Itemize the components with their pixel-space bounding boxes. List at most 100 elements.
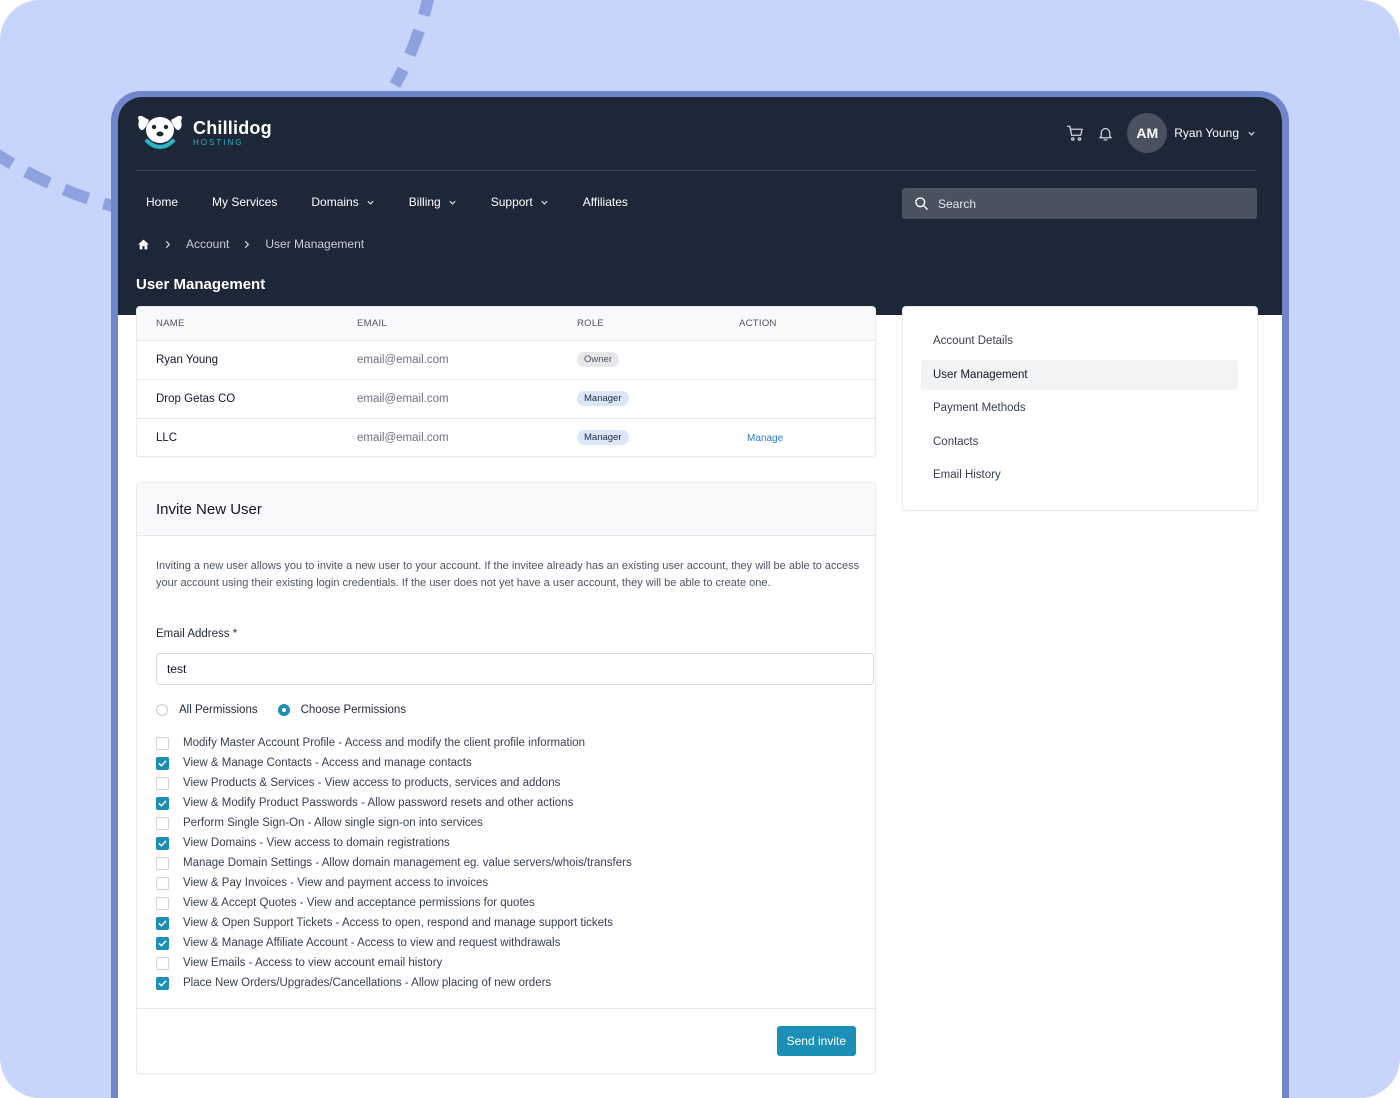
users-table: NAME EMAIL ROLE ACTION Ryan Young email@…: [136, 306, 876, 457]
permission-checkbox[interactable]: [156, 836, 169, 850]
cart-icon[interactable]: [1065, 123, 1085, 143]
permission-item[interactable]: Manage Domain Settings - Allow domain ma…: [156, 853, 632, 873]
invite-footer: Send invite: [137, 1008, 875, 1073]
permission-label[interactable]: View & Manage Contacts - Access and mana…: [183, 757, 472, 769]
permission-item[interactable]: View & Pay Invoices - View and payment a…: [156, 873, 632, 893]
all-permissions-radio[interactable]: [156, 704, 168, 716]
permission-checkbox[interactable]: [156, 816, 169, 830]
app-window: Chillidog HOSTING AM Ryan Young Home My …: [118, 97, 1282, 1098]
send-invite-button[interactable]: Send invite: [776, 1026, 856, 1056]
user-name-cell: Drop Getas CO: [156, 393, 236, 405]
permission-item[interactable]: View & Manage Contacts - Access and mana…: [156, 753, 632, 773]
user-name-cell: LLC: [156, 432, 178, 444]
email-field[interactable]: [156, 653, 874, 685]
permission-checkbox[interactable]: [156, 976, 169, 990]
breadcrumb-account[interactable]: Account: [186, 237, 229, 251]
permission-label[interactable]: Manage Domain Settings - Allow domain ma…: [183, 857, 632, 869]
backdrop: Chillidog HOSTING AM Ryan Young Home My …: [0, 0, 1400, 1098]
side-menu-item[interactable]: Account Details: [921, 326, 1238, 356]
permission-label[interactable]: View & Accept Quotes - View and acceptan…: [183, 897, 535, 909]
invite-title: Invite New User: [156, 501, 262, 518]
table-row: Ryan Young email@email.com Owner: [137, 341, 875, 380]
nav-affiliates[interactable]: Affiliates: [583, 195, 628, 209]
column-header-email: EMAIL: [357, 318, 388, 329]
permission-checkbox[interactable]: [156, 796, 169, 810]
search-bar[interactable]: [902, 188, 1257, 219]
permission-item[interactable]: View Products & Services - View access t…: [156, 773, 632, 793]
permission-checkbox[interactable]: [156, 896, 169, 910]
user-email-cell: email@email.com: [357, 432, 449, 444]
chevron-down-icon[interactable]: [1247, 129, 1256, 138]
side-menu-item[interactable]: User Management: [921, 359, 1238, 390]
choose-permissions-label[interactable]: Choose Permissions: [301, 704, 406, 716]
search-input[interactable]: [936, 195, 1240, 212]
chevron-down-icon: [448, 198, 457, 207]
brand-subtitle: HOSTING: [193, 138, 244, 147]
nav-support[interactable]: Support: [491, 195, 549, 209]
column-header-name: NAME: [156, 318, 185, 329]
permission-label[interactable]: View & Modify Product Passwords - Allow …: [183, 797, 573, 809]
page-title: User Management: [136, 276, 266, 293]
user-name-cell: Ryan Young: [156, 354, 219, 366]
user-email-cell: email@email.com: [357, 393, 449, 405]
user-name[interactable]: Ryan Young: [1174, 126, 1239, 140]
permission-label[interactable]: View & Manage Affiliate Account - Access…: [183, 937, 560, 949]
permission-label[interactable]: View Domains - View access to domain reg…: [183, 837, 450, 849]
chevron-right-icon: [164, 240, 172, 249]
nav-home[interactable]: Home: [146, 195, 178, 209]
side-menu-item[interactable]: Payment Methods: [921, 393, 1238, 423]
permission-label[interactable]: View & Pay Invoices - View and payment a…: [183, 877, 488, 889]
permission-checkbox[interactable]: [156, 956, 169, 970]
bell-icon[interactable]: [1095, 123, 1115, 143]
side-menu-item[interactable]: Email History: [921, 460, 1238, 490]
manage-link[interactable]: Manage: [747, 433, 783, 444]
permission-label[interactable]: View & Open Support Tickets - Access to …: [183, 917, 613, 929]
table-header: NAME EMAIL ROLE ACTION: [137, 307, 875, 341]
table-row: Drop Getas CO email@email.com Manager: [137, 380, 875, 419]
permission-item[interactable]: View Emails - Access to view account ema…: [156, 953, 632, 973]
choose-permissions-radio[interactable]: [277, 704, 290, 716]
permission-label[interactable]: Modify Master Account Profile - Access a…: [183, 737, 585, 749]
permission-item[interactable]: View & Modify Product Passwords - Allow …: [156, 793, 632, 813]
permission-item[interactable]: View & Accept Quotes - View and acceptan…: [156, 893, 632, 913]
permission-checkbox[interactable]: [156, 916, 169, 930]
brand-logo[interactable]: Chillidog HOSTING: [135, 113, 272, 153]
permission-mode: All Permissions Choose Permissions: [156, 704, 426, 716]
permission-item[interactable]: View & Manage Affiliate Account - Access…: [156, 933, 632, 953]
permission-checkbox[interactable]: [156, 736, 169, 750]
permission-checkbox[interactable]: [156, 936, 169, 950]
user-email-cell: email@email.com: [357, 354, 449, 366]
table-row: LLC email@email.com Manager Manage: [137, 419, 875, 456]
nav-domains[interactable]: Domains: [311, 195, 374, 209]
permissions-list: Modify Master Account Profile - Access a…: [156, 733, 632, 993]
nav-billing[interactable]: Billing: [409, 195, 457, 209]
column-header-role: ROLE: [577, 318, 605, 329]
nav-my-services[interactable]: My Services: [212, 195, 277, 209]
permission-label[interactable]: View Emails - Access to view account ema…: [183, 957, 442, 969]
permission-checkbox[interactable]: [156, 756, 169, 770]
permission-item[interactable]: View & Open Support Tickets - Access to …: [156, 913, 632, 933]
permission-checkbox[interactable]: [156, 876, 169, 890]
role-badge: Owner: [577, 352, 619, 367]
permission-label[interactable]: Place New Orders/Upgrades/Cancellations …: [183, 977, 551, 989]
role-badge: Manager: [577, 430, 629, 445]
permission-item[interactable]: Modify Master Account Profile - Access a…: [156, 733, 632, 753]
chevron-down-icon: [540, 198, 549, 207]
email-label: Email Address *: [156, 628, 238, 640]
permission-item[interactable]: Perform Single Sign-On - Allow single si…: [156, 813, 632, 833]
permission-checkbox[interactable]: [156, 856, 169, 870]
permission-checkbox[interactable]: [156, 776, 169, 790]
permission-label[interactable]: Perform Single Sign-On - Allow single si…: [183, 817, 483, 829]
side-menu-item[interactable]: Contacts: [921, 427, 1238, 457]
avatar[interactable]: AM: [1127, 113, 1168, 153]
chevron-down-icon: [366, 198, 375, 207]
home-icon[interactable]: [137, 238, 150, 251]
permission-item[interactable]: View Domains - View access to domain reg…: [156, 833, 632, 853]
breadcrumb-user-management: User Management: [265, 237, 365, 251]
search-icon: [914, 196, 929, 211]
all-permissions-label[interactable]: All Permissions: [179, 704, 258, 716]
permission-label[interactable]: View Products & Services - View access t…: [183, 777, 560, 789]
main-nav: Home My Services Domains Billing Support…: [146, 193, 662, 211]
breadcrumb: Account User Management: [137, 237, 364, 251]
permission-item[interactable]: Place New Orders/Upgrades/Cancellations …: [156, 973, 632, 993]
